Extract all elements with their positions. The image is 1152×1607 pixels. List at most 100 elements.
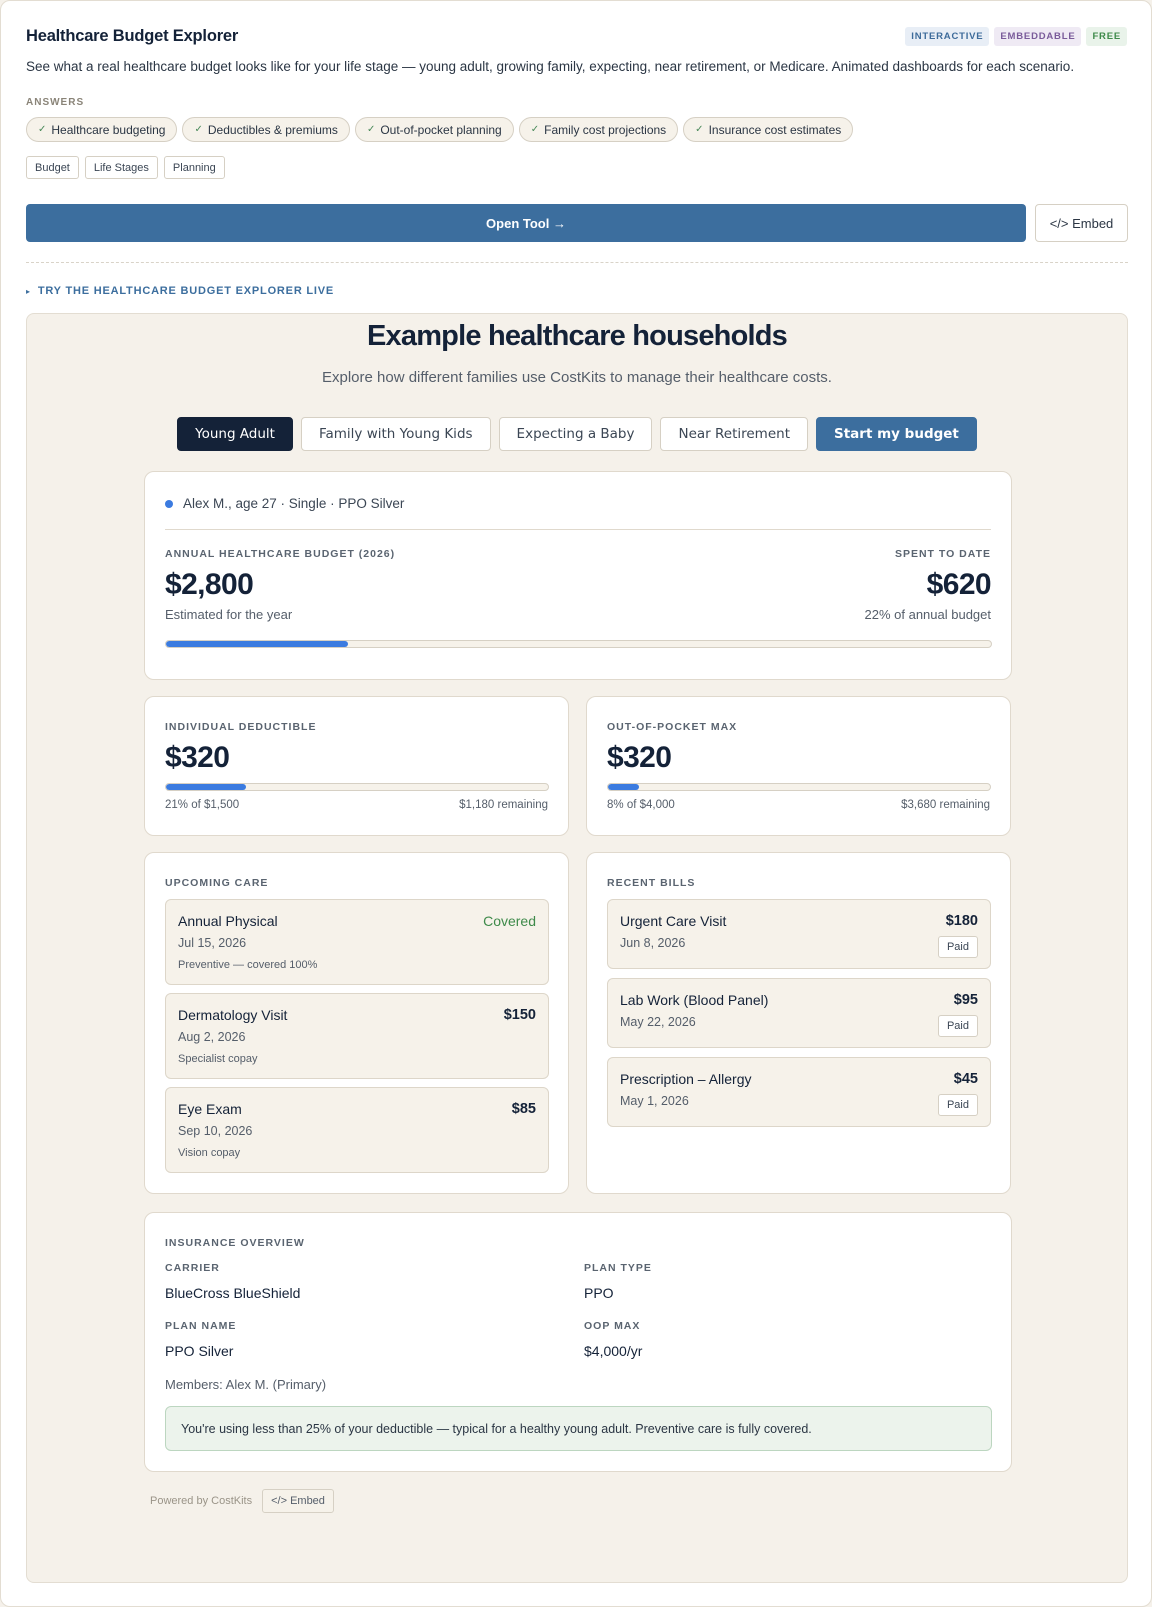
answer-chip: ✓ Family cost projections	[518, 117, 679, 142]
bill-item[interactable]: Lab Work (Blood Panel) $95 May 22, 2026 …	[607, 978, 991, 1048]
oop-max-label: OUT-OF-POCKET MAX	[607, 721, 738, 733]
tab-expecting-baby[interactable]: Expecting a Baby	[498, 417, 653, 451]
deductible-progress-fill	[166, 784, 247, 790]
care-name: Eye Exam	[178, 1101, 242, 1117]
insurance-overview-label: INSURANCE OVERVIEW	[165, 1237, 305, 1249]
oop-max-panel: OUT-OF-POCKET MAX $320 8% of $4,000 $3,6…	[586, 696, 1011, 836]
plan-type-value: PPO	[584, 1285, 614, 1301]
embed-button[interactable]: </> Embed	[1035, 204, 1128, 242]
care-amount: Covered	[483, 913, 536, 929]
household-person: Alex M., age 27 · Single · PPO Silver	[165, 496, 404, 511]
oop-progress-fill	[608, 784, 639, 790]
answer-chip-label: Healthcare budgeting	[51, 122, 166, 137]
care-date: Jul 15, 2026	[178, 936, 247, 950]
divider	[165, 529, 991, 530]
care-amount: $150	[503, 1007, 536, 1023]
care-date: Sep 10, 2026	[178, 1124, 253, 1138]
check-icon: ✓	[695, 124, 704, 135]
plan-name-value: PPO Silver	[165, 1343, 234, 1359]
tag-planning[interactable]: Planning	[163, 156, 225, 179]
demo-frame: Example healthcare households Explore ho…	[26, 313, 1128, 1583]
insight-note: You're using less than 25% of your deduc…	[165, 1406, 992, 1451]
oop-percent: 8% of $4,000	[607, 799, 675, 811]
powered-by: Powered by CostKits </> Embed	[150, 1489, 334, 1513]
annual-budget-label: ANNUAL HEALTHCARE BUDGET (2026)	[165, 548, 396, 560]
tab-family-young-kids[interactable]: Family with Young Kids	[300, 417, 491, 451]
bill-item[interactable]: Prescription – Allergy $45 May 1, 2026 P…	[607, 1057, 991, 1127]
oop-max-overview-label: OOP MAX	[584, 1320, 641, 1332]
spent-value: $620	[926, 568, 992, 601]
paid-badge: Paid	[937, 1015, 978, 1037]
care-name: Annual Physical	[178, 913, 278, 929]
bill-amount: $45	[953, 1071, 978, 1087]
upcoming-care-panel: UPCOMING CARE Annual Physical Covered Ju…	[144, 852, 569, 1194]
recent-bills-panel: RECENT BILLS Urgent Care Visit $180 Jun …	[586, 852, 1011, 1194]
insurance-overview-panel: INSURANCE OVERVIEW CARRIER BlueCross Blu…	[144, 1212, 1012, 1472]
answers-label: ANSWERS	[26, 97, 85, 108]
demo-subtitle: Explore how different families use CostK…	[322, 369, 832, 386]
person-label: Alex M., age 27 · Single · PPO Silver	[183, 496, 405, 511]
care-date: Aug 2, 2026	[178, 1030, 246, 1044]
deductible-percent: 21% of $1,500	[165, 799, 240, 811]
tab-young-adult[interactable]: Young Adult	[177, 417, 293, 451]
oop-remaining: $3,680 remaining	[901, 799, 990, 811]
oop-max-overview-value: $4,000/yr	[584, 1343, 643, 1359]
upcoming-care-item[interactable]: Annual Physical Covered Jul 15, 2026 Pre…	[165, 899, 549, 985]
badges: INTERACTIVE EMBEDDABLE FREE	[905, 27, 1127, 46]
check-icon: ✓	[38, 124, 47, 135]
tag-budget[interactable]: Budget	[26, 156, 79, 179]
oop-progress-bar	[607, 783, 991, 791]
carrier-value: BlueCross BlueShield	[165, 1285, 301, 1301]
try-live-label: TRY THE HEALTHCARE BUDGET EXPLORER LIVE	[37, 285, 335, 297]
recent-bills-label: RECENT BILLS	[607, 877, 696, 889]
deductible-label: INDIVIDUAL DEDUCTIBLE	[165, 721, 317, 733]
answer-chip-label: Out-of-pocket planning	[380, 122, 502, 137]
bill-name: Prescription – Allergy	[620, 1071, 752, 1087]
bill-date: Jun 8, 2026	[620, 936, 686, 950]
tag-life-stages[interactable]: Life Stages	[84, 156, 158, 179]
demo-title: Example healthcare households	[367, 320, 788, 352]
care-amount: $85	[511, 1101, 536, 1117]
carrier-label: CARRIER	[165, 1262, 220, 1274]
badge-interactive: INTERACTIVE	[905, 27, 990, 46]
annual-budget-note: Estimated for the year	[165, 607, 293, 622]
upcoming-care-label: UPCOMING CARE	[165, 877, 269, 889]
powered-by-label[interactable]: Powered by CostKits	[150, 1495, 252, 1507]
paid-badge: Paid	[937, 1094, 978, 1116]
try-live-toggle[interactable]: ▸ TRY THE HEALTHCARE BUDGET EXPLORER LIV…	[26, 285, 334, 297]
annual-budget-value: $2,800	[165, 568, 254, 601]
care-note: Preventive — covered 100%	[178, 959, 318, 971]
paid-badge: Paid	[937, 936, 978, 958]
tag-list: Budget Life Stages Planning	[26, 156, 225, 179]
bill-item[interactable]: Urgent Care Visit $180 Jun 8, 2026 Paid	[607, 899, 991, 969]
bill-date: May 1, 2026	[620, 1094, 689, 1108]
oop-max-value: $320	[607, 741, 672, 774]
status-dot-icon	[165, 499, 173, 508]
budget-summary-panel: Alex M., age 27 · Single · PPO Silver AN…	[144, 471, 1012, 680]
scenario-tabs: Young Adult Family with Young Kids Expec…	[27, 417, 1127, 451]
answer-chip-label: Family cost projections	[544, 122, 667, 137]
tool-description: See what a real healthcare budget looks …	[26, 59, 1075, 74]
badge-embeddable: EMBEDDABLE	[994, 27, 1082, 46]
bill-amount: $180	[945, 913, 978, 929]
answer-chip-label: Deductibles & premiums	[207, 122, 338, 137]
upcoming-care-item[interactable]: Dermatology Visit $150 Aug 2, 2026 Speci…	[165, 993, 549, 1079]
answer-chip: ✓ Deductibles & premiums	[182, 117, 350, 142]
tab-near-retirement[interactable]: Near Retirement	[660, 417, 808, 451]
start-budget-button[interactable]: Start my budget	[816, 417, 977, 451]
bill-name: Urgent Care Visit	[620, 913, 727, 929]
plan-name-label: PLAN NAME	[165, 1320, 237, 1332]
check-icon: ✓	[194, 124, 203, 135]
answer-chip-label: Insurance cost estimates	[708, 122, 842, 137]
spent-label: SPENT TO DATE	[894, 548, 991, 560]
bill-date: May 22, 2026	[620, 1015, 696, 1029]
answers-list: ✓ Healthcare budgeting ✓ Deductibles & pre…	[26, 117, 854, 142]
small-embed-button[interactable]: </> Embed	[262, 1489, 334, 1513]
tool-card: Healthcare Budget Explorer INTERACTIVE E…	[0, 0, 1152, 1607]
answer-chip: ✓ Insurance cost estimates	[683, 117, 854, 142]
open-tool-button[interactable]: Open Tool →	[26, 204, 1026, 242]
deductible-remaining: $1,180 remaining	[459, 799, 548, 811]
bill-name: Lab Work (Blood Panel)	[620, 992, 769, 1008]
check-icon: ✓	[530, 124, 540, 135]
upcoming-care-item[interactable]: Eye Exam $85 Sep 10, 2026 Vision copay	[165, 1087, 549, 1173]
